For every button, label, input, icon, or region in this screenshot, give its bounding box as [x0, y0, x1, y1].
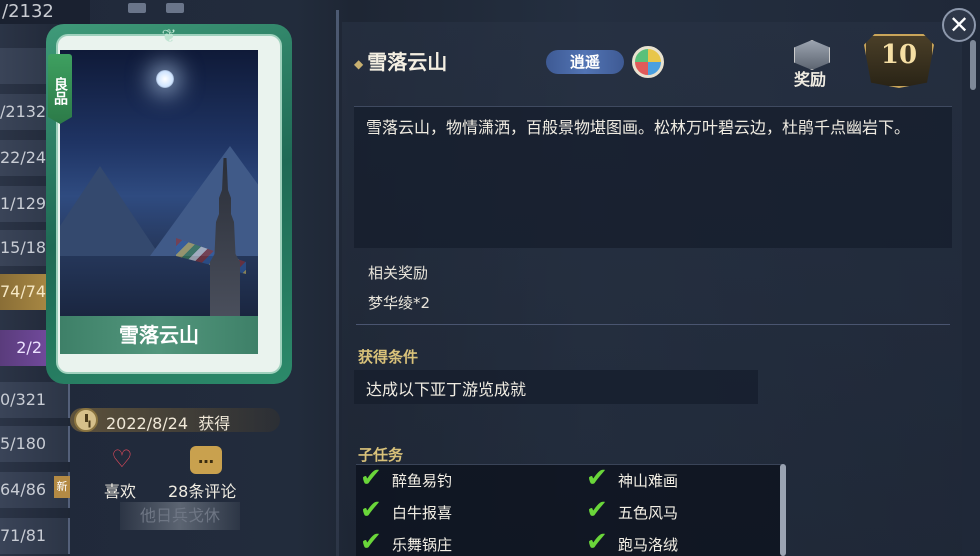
comments-button[interactable]: 28条评论: [168, 478, 236, 502]
related-rewards-value: 梦华绫*2: [368, 294, 431, 312]
sidebar-row-8[interactable]: 5/180: [0, 426, 70, 462]
mountain: [60, 166, 160, 256]
sidebar-row-10[interactable]: 71/81: [0, 518, 70, 554]
check-icon: ✔: [360, 527, 382, 556]
related-rewards-label: 相关奖励: [368, 264, 429, 282]
subtasks-label: 子任务: [358, 446, 404, 464]
subtask-item: 跑马洛绒: [618, 536, 679, 554]
condition-text: 达成以下亚丁游览成就: [366, 380, 527, 399]
obtained-label: 获得: [198, 414, 231, 433]
obtained-date: 2022/8/24 获得: [106, 410, 230, 434]
pinwheel-icon: [632, 46, 664, 78]
section-divider: [356, 324, 950, 325]
panel-scrollbar[interactable]: [970, 40, 976, 90]
condition-label: 获得条件: [358, 348, 419, 366]
diamond-icon: ◆: [354, 56, 364, 71]
reward-button[interactable]: 奖励: [794, 66, 826, 90]
grid-view-icon[interactable]: [166, 3, 184, 13]
subtask-item: 白牛报喜: [392, 504, 453, 522]
achievement-name: ◆ 雪落云山: [354, 46, 447, 75]
new-badge: 新: [54, 476, 70, 498]
check-icon: ✔: [360, 463, 382, 493]
check-icon: ✔: [586, 527, 608, 556]
top-menu-icons[interactable]: [118, 0, 218, 14]
achievement-screen: { "sidebar": { "top_counter": "/2132", "…: [0, 0, 980, 556]
like-button[interactable]: 喜欢: [104, 478, 136, 502]
check-icon: ✔: [586, 495, 608, 525]
list-view-icon[interactable]: [128, 3, 146, 13]
moon: [156, 70, 174, 88]
description-text: 雪落云山，物情潇洒，百般景物堪图画。松林万叶碧云边，杜鹃千点幽岩下。: [366, 118, 911, 137]
check-icon: ✔: [586, 463, 608, 493]
subtasks-scrollbar[interactable]: [780, 464, 786, 556]
category-tag: 逍遥: [546, 50, 624, 74]
achievement-card: ❦ 雪落云山 良品: [46, 24, 292, 384]
comment-icon[interactable]: …: [190, 446, 222, 474]
date-value: 2022/8/24: [106, 414, 189, 433]
heart-icon[interactable]: ♡: [106, 444, 138, 474]
mountain: [150, 146, 258, 256]
total-counter: /2132: [0, 0, 90, 24]
level-value: 10: [880, 40, 918, 70]
sidebar-row-7[interactable]: 0/321: [0, 382, 70, 418]
rarity-tag: 良品: [48, 54, 72, 124]
close-button[interactable]: ✕: [942, 8, 976, 42]
card-artwork: [60, 50, 258, 316]
subtask-item: 神山难画: [618, 472, 679, 490]
subtask-item: 乐舞锅庄: [392, 536, 453, 554]
clock-icon: [74, 408, 98, 432]
card-title: 雪落云山: [60, 316, 258, 354]
subtask-item: 五色风马: [618, 504, 679, 522]
panel-divider: [336, 10, 339, 556]
motto-plaque: 他日兵戈休: [120, 502, 240, 530]
subtask-item: 醉鱼易钓: [392, 472, 453, 490]
check-icon: ✔: [360, 495, 382, 525]
achievement-name-text: 雪落云山: [367, 50, 448, 74]
leaf-crest-icon: ❦: [161, 26, 177, 47]
